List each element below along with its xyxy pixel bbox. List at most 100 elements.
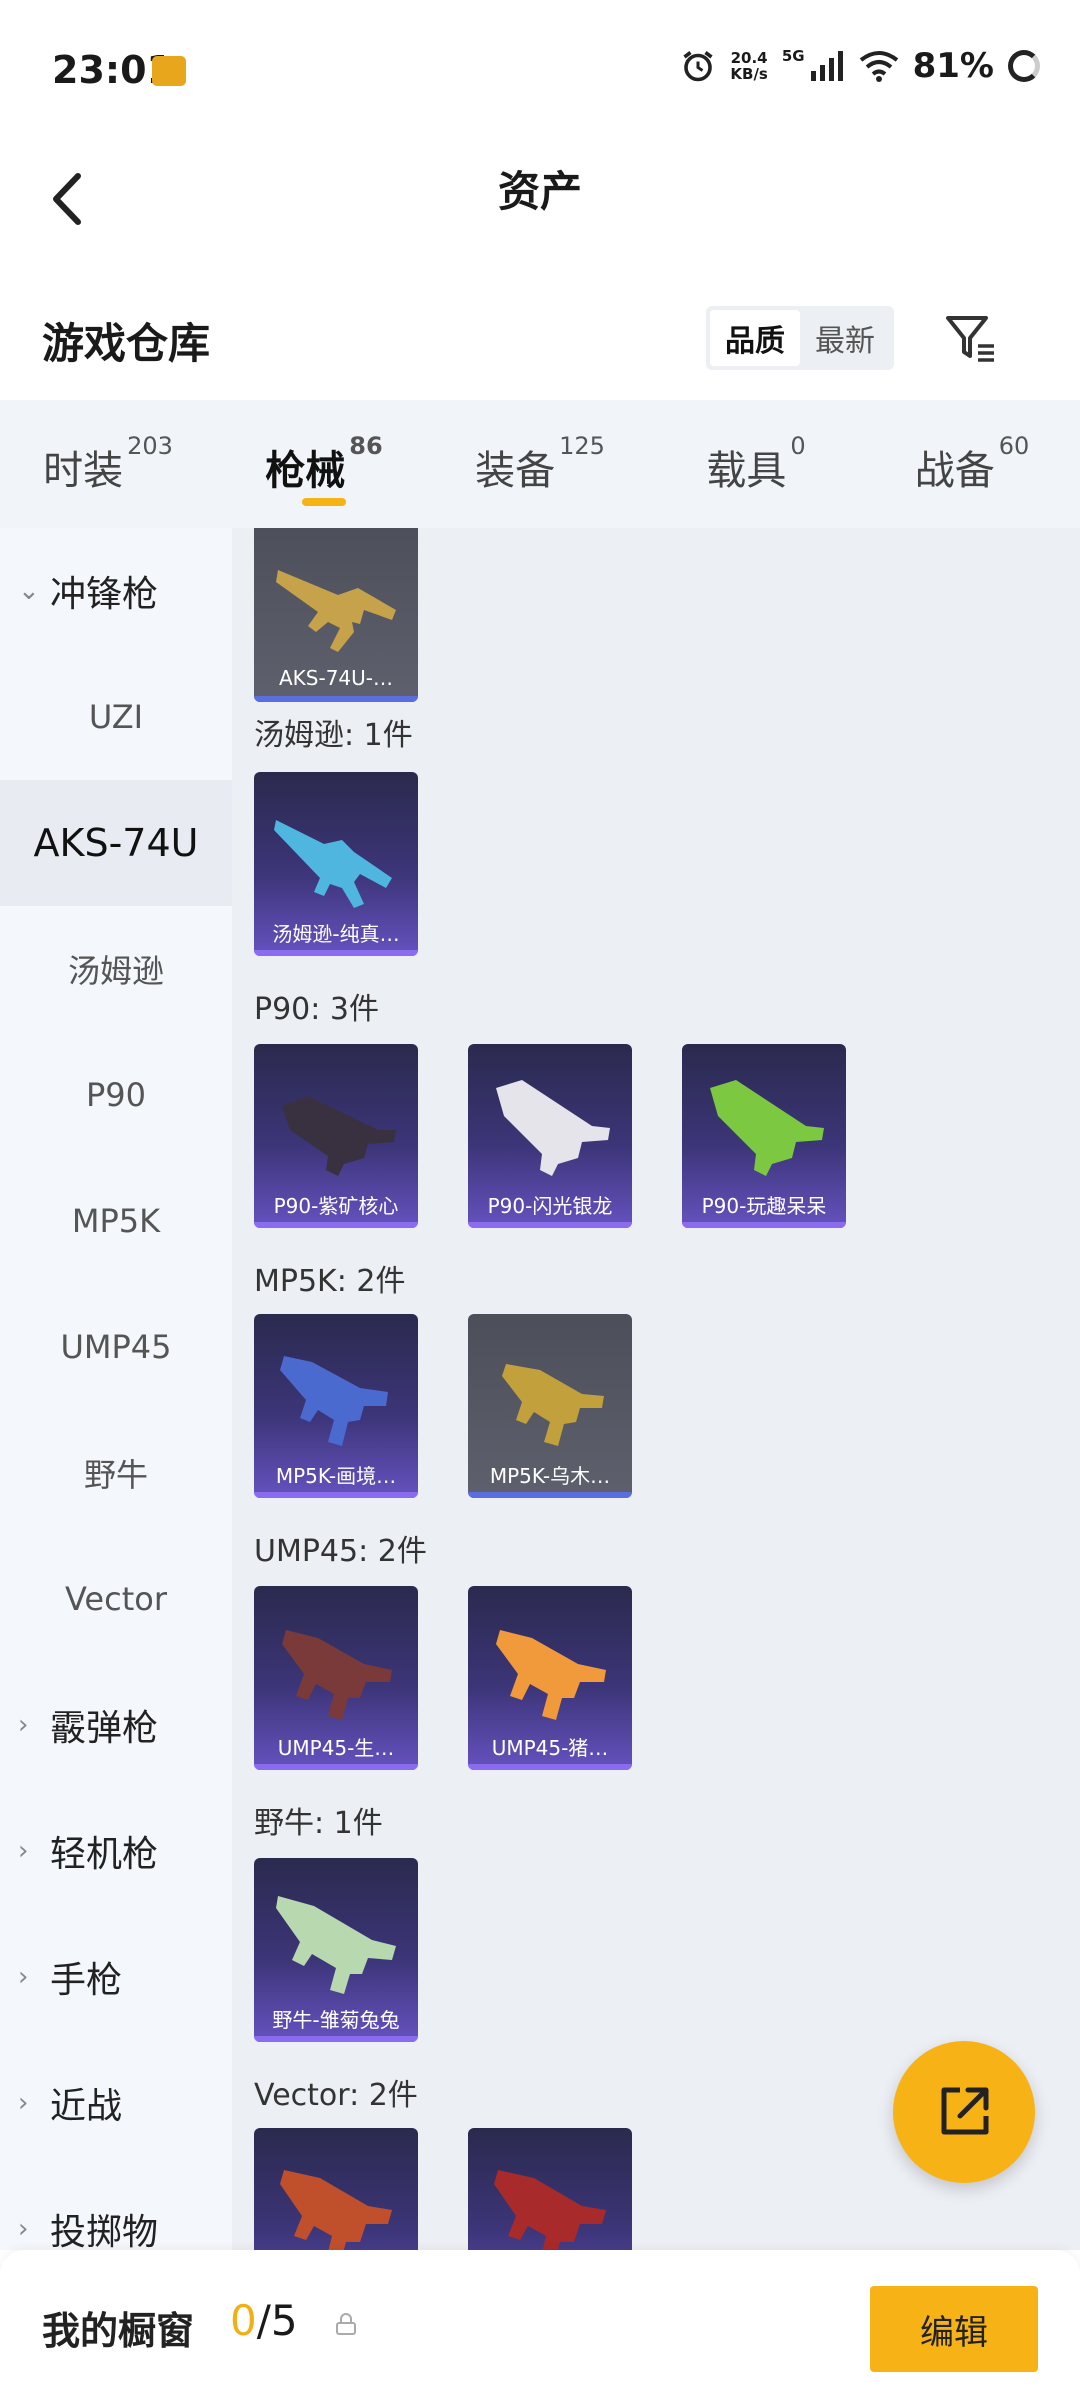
item-card[interactable] bbox=[468, 2128, 632, 2250]
page-title: 资产 bbox=[497, 167, 582, 216]
item-name: AKS-74U-… bbox=[278, 666, 393, 690]
sidebar-item-pistol[interactable]: › 手枪 bbox=[0, 1914, 232, 2040]
net-speed: 20.4 KB/s bbox=[730, 50, 767, 82]
sort-toggle: 品质 最新 bbox=[706, 306, 894, 370]
group-label: MP5K: 2件 bbox=[254, 1264, 406, 1299]
sidebar-item-label: 冲锋枪 bbox=[50, 574, 159, 615]
sidebar-item-label: 投掷物 bbox=[50, 2212, 159, 2250]
showcase-count: 0/5 bbox=[230, 2296, 298, 2345]
item-card[interactable]: P90-紫矿核心 bbox=[254, 1044, 418, 1228]
item-name: MP5K-乌木… bbox=[489, 1463, 611, 1488]
gun-icon bbox=[282, 1630, 392, 1720]
tab-vehicles[interactable]: 载具 0 bbox=[648, 400, 864, 528]
sidebar-item-bizon[interactable]: 野牛 bbox=[0, 1410, 232, 1536]
sidebar-item-aks74u[interactable]: AKS-74U bbox=[0, 780, 232, 906]
gun-icon bbox=[710, 1080, 824, 1176]
app-header: 资产 bbox=[0, 140, 1080, 300]
item-card[interactable]: MP5K-乌木… bbox=[468, 1314, 632, 1498]
battery-ring-icon bbox=[1008, 50, 1040, 82]
sidebar-item-uzi[interactable]: UZI bbox=[0, 654, 232, 780]
tab-count: 0 bbox=[790, 432, 806, 460]
showcase-label: 我的橱窗 bbox=[42, 2309, 195, 2353]
sidebar-item-shotgun[interactable]: › 霰弹枪 bbox=[0, 1662, 232, 1788]
item-name: 汤姆逊-纯真… bbox=[272, 921, 400, 946]
gun-icon bbox=[280, 2170, 392, 2250]
tab-count: 203 bbox=[127, 432, 173, 460]
rarity-strip bbox=[254, 2036, 418, 2042]
lock-icon bbox=[336, 2313, 356, 2335]
group-label: UMP45: 2件 bbox=[254, 1534, 427, 1569]
rarity-strip bbox=[468, 1764, 632, 1770]
share-button[interactable] bbox=[893, 2041, 1035, 2183]
sidebar-item-melee[interactable]: › 近战 bbox=[0, 2040, 232, 2166]
app-notification-icon bbox=[152, 56, 186, 86]
filter-icon[interactable] bbox=[940, 308, 1000, 368]
status-icons: 20.4 KB/s 5G 81% bbox=[680, 46, 1040, 86]
tab-fashion[interactable]: 时装 203 bbox=[0, 400, 216, 528]
tab-label: 战备 bbox=[914, 448, 995, 494]
tab-guns[interactable]: 枪械 86 bbox=[216, 400, 432, 528]
item-card[interactable]: MP5K-画境… bbox=[254, 1314, 418, 1498]
gun-icon bbox=[276, 1896, 396, 1994]
item-card[interactable]: P90-玩趣呆呆 bbox=[682, 1044, 846, 1228]
sidebar-item-ump45[interactable]: UMP45 bbox=[0, 1284, 232, 1410]
item-name: P90-玩趣呆呆 bbox=[701, 1193, 827, 1218]
tab-supplies[interactable]: 战备 60 bbox=[864, 400, 1080, 528]
group-label: Vector: 2件 bbox=[254, 2078, 418, 2113]
net-speed-value: 20.4 bbox=[730, 49, 768, 67]
gun-icon bbox=[496, 1080, 610, 1176]
rarity-strip bbox=[468, 1492, 632, 1498]
rarity-strip bbox=[254, 696, 418, 702]
gun-icon bbox=[282, 1096, 396, 1176]
gun-icon bbox=[496, 1630, 606, 1720]
item-card[interactable]: 野牛-雏菊兔兔 bbox=[254, 1858, 418, 2042]
rarity-strip bbox=[254, 1492, 418, 1498]
group-label: 野牛: 1件 bbox=[254, 1806, 383, 1841]
item-card[interactable]: P90-闪光银龙 bbox=[468, 1044, 632, 1228]
showcase-current: 0 bbox=[230, 2296, 257, 2345]
group-label: P90: 3件 bbox=[254, 992, 379, 1027]
edit-button[interactable]: 编辑 bbox=[870, 2286, 1038, 2372]
item-card[interactable]: 汤姆逊-纯真… bbox=[254, 772, 418, 956]
chevron-right-icon: › bbox=[18, 2088, 29, 2118]
showcase-bar: 我的橱窗 0/5 编辑 bbox=[0, 2250, 1080, 2400]
sidebar-item-throwables[interactable]: › 投掷物 bbox=[0, 2166, 232, 2250]
sidebar-item-lmg[interactable]: › 轻机枪 bbox=[0, 1788, 232, 1914]
item-name: P90-紫矿核心 bbox=[273, 1193, 399, 1218]
battery-level: 81% bbox=[912, 46, 994, 86]
rarity-strip bbox=[468, 1222, 632, 1228]
tab-equipment[interactable]: 装备 125 bbox=[432, 400, 648, 528]
tab-count: 60 bbox=[998, 432, 1030, 460]
wifi-icon bbox=[859, 51, 898, 82]
tab-label: 枪械 bbox=[265, 448, 346, 494]
alarm-icon bbox=[683, 51, 713, 82]
sidebar-item-smg[interactable]: ⌄ 冲锋枪 bbox=[0, 528, 232, 654]
item-card[interactable] bbox=[254, 2128, 418, 2250]
sidebar-item-thompson[interactable]: 汤姆逊 bbox=[0, 906, 232, 1032]
sort-quality-button[interactable]: 品质 bbox=[710, 310, 800, 366]
tab-label: 时装 bbox=[43, 448, 124, 494]
sidebar-item-vector[interactable]: Vector bbox=[0, 1536, 232, 1662]
item-name: P90-闪光银龙 bbox=[487, 1193, 613, 1218]
chevron-right-icon: › bbox=[18, 1710, 29, 1740]
chevron-right-icon: › bbox=[18, 2214, 29, 2244]
warehouse-header: 游戏仓库 品质 最新 bbox=[0, 290, 1080, 400]
sidebar-item-p90[interactable]: P90 bbox=[0, 1032, 232, 1158]
tab-count: 86 bbox=[349, 432, 383, 460]
sort-newest-button[interactable]: 最新 bbox=[800, 310, 890, 366]
gun-icon bbox=[280, 1356, 388, 1446]
rarity-strip bbox=[682, 1222, 846, 1228]
rarity-strip bbox=[254, 1222, 418, 1228]
item-card[interactable]: UMP45-猪… bbox=[468, 1586, 632, 1770]
rarity-strip bbox=[254, 1764, 418, 1770]
showcase-total: /5 bbox=[256, 2296, 298, 2345]
chevron-right-icon: › bbox=[18, 1962, 29, 1992]
net-speed-unit: KB/s bbox=[730, 65, 768, 83]
tab-label: 装备 bbox=[475, 448, 556, 494]
item-card[interactable]: UMP45-生… bbox=[254, 1586, 418, 1770]
item-card[interactable]: AKS-74U-… bbox=[254, 528, 418, 702]
sidebar-item-mp5k[interactable]: MP5K bbox=[0, 1158, 232, 1284]
tab-label: 载具 bbox=[706, 448, 787, 494]
sidebar-item-label: 轻机枪 bbox=[50, 1834, 159, 1875]
rarity-strip bbox=[254, 950, 418, 956]
